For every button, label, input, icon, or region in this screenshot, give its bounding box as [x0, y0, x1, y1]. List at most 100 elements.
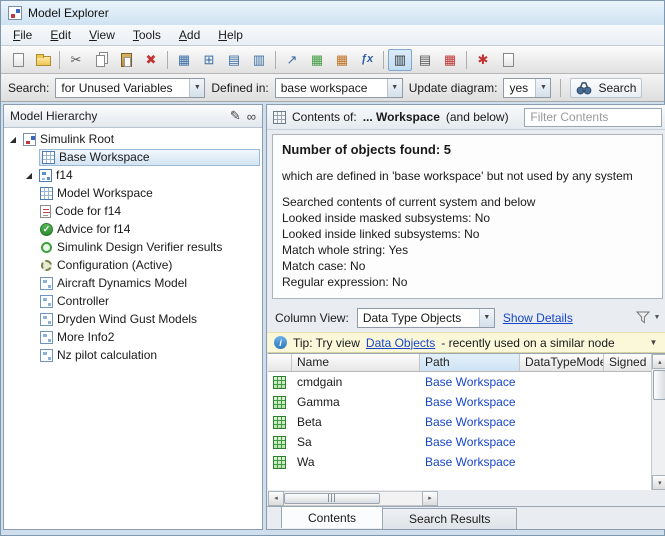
- dialog-view-button[interactable]: ▤: [413, 49, 437, 71]
- column-view-dropdown[interactable]: Data Type Objects ▼: [356, 307, 495, 328]
- tree-item-model-workspace[interactable]: Model Workspace: [4, 184, 262, 202]
- search-type-dropdown[interactable]: for Unused Variables ▼: [55, 77, 206, 98]
- copy-button[interactable]: [89, 49, 113, 71]
- glasses-icon[interactable]: ∞: [247, 109, 256, 124]
- table-row[interactable]: Gamma Base Workspace: [268, 392, 651, 412]
- menu-tools[interactable]: Tools: [124, 25, 170, 45]
- path-link[interactable]: Base Workspace: [425, 375, 516, 389]
- table-row[interactable]: cmdgain Base Workspace: [268, 372, 651, 392]
- tree-item-controller[interactable]: Controller: [4, 292, 262, 310]
- add-parameter-button[interactable]: ⊞: [197, 49, 221, 71]
- search-summary-box: Number of objects found: 5 which are def…: [272, 134, 664, 299]
- open-model-button[interactable]: [31, 49, 55, 71]
- tree-item-nz-pilot-calculation[interactable]: Nz pilot calculation: [4, 346, 262, 364]
- add-signal-icon: ▤: [227, 52, 241, 67]
- summary-line: Match case: No: [282, 259, 366, 273]
- scroll-right-button[interactable]: ▸: [422, 490, 438, 506]
- update-diagram-value: yes: [509, 80, 529, 95]
- search-button-label: Search: [598, 80, 637, 95]
- cell-name: cmdgain: [297, 375, 343, 389]
- menu-view[interactable]: View: [80, 25, 124, 45]
- path-column-header[interactable]: Path: [420, 354, 520, 371]
- launch-editor-button[interactable]: ↗: [280, 49, 304, 71]
- cut-button[interactable]: ✂: [64, 49, 88, 71]
- tree-item-advice-for-f14[interactable]: ✓ Advice for f14: [4, 220, 262, 238]
- tree-item-more-info2[interactable]: More Info2: [4, 328, 262, 346]
- options-button[interactable]: ✱: [471, 49, 495, 71]
- signed-column-header[interactable]: Signed: [604, 354, 651, 371]
- path-link[interactable]: Base Workspace: [425, 435, 516, 449]
- tree-item-f14[interactable]: ◢ f14: [4, 166, 262, 184]
- table-row[interactable]: Sa Base Workspace: [268, 432, 651, 452]
- scroll-up-button[interactable]: ▴: [652, 354, 665, 369]
- tree-item-code-for-f14[interactable]: Code for f14: [4, 202, 262, 220]
- add-chart-button[interactable]: ▦: [305, 49, 329, 71]
- search-type-value: for Unused Variables: [61, 80, 173, 95]
- open-folder-icon: [35, 54, 51, 66]
- filter-options-button[interactable]: ▼: [636, 311, 660, 324]
- new-model-button[interactable]: [6, 49, 30, 71]
- filter-contents-input[interactable]: [524, 107, 663, 127]
- delete-button[interactable]: ✖: [139, 49, 163, 71]
- show-details-link[interactable]: Show Details: [503, 311, 573, 325]
- icon-column-header[interactable]: [268, 354, 292, 371]
- expander-icon[interactable]: ◢: [26, 171, 32, 180]
- add-state-button[interactable]: ▥: [247, 49, 271, 71]
- compare-views-button[interactable]: ▦: [438, 49, 462, 71]
- expander-icon[interactable]: ◢: [10, 135, 16, 144]
- help-doc-button[interactable]: [496, 49, 520, 71]
- titlebar[interactable]: Model Explorer: [1, 1, 664, 25]
- path-link[interactable]: Base Workspace: [425, 415, 516, 429]
- tree-item-dryden-wind-gust-models[interactable]: Dryden Wind Gust Models: [4, 310, 262, 328]
- tip-dropdown-arrow[interactable]: ▼: [645, 336, 661, 349]
- tree-item-aircraft-dynamics-model[interactable]: Aircraft Dynamics Model: [4, 274, 262, 292]
- chevron-down-icon[interactable]: ▼: [535, 78, 551, 97]
- menu-add[interactable]: Add: [170, 25, 209, 45]
- chevron-down-icon[interactable]: ▼: [189, 78, 205, 97]
- paste-button[interactable]: [114, 49, 138, 71]
- scroll-left-button[interactable]: ◂: [268, 490, 284, 506]
- datatypemode-column-header[interactable]: DataTypeMode: [520, 354, 604, 371]
- tree-label: f14: [56, 168, 73, 182]
- table-row[interactable]: Wa Base Workspace: [268, 452, 651, 472]
- contents-target: ... Workspace: [362, 110, 440, 124]
- path-link[interactable]: Base Workspace: [425, 395, 516, 409]
- add-function-button[interactable]: ƒx: [355, 49, 379, 71]
- chevron-down-icon[interactable]: ▼: [478, 308, 494, 327]
- horizontal-scrollbar[interactable]: ◂ ▸: [268, 490, 438, 506]
- tree-label: Code for f14: [55, 204, 122, 218]
- menu-help[interactable]: Help: [209, 25, 252, 45]
- table-row[interactable]: Beta Base Workspace: [268, 412, 651, 432]
- window-title: Model Explorer: [28, 6, 109, 20]
- column-view-toggle-button[interactable]: ▥: [388, 48, 412, 71]
- path-link[interactable]: Base Workspace: [425, 455, 516, 469]
- chevron-down-icon: ▼: [653, 314, 661, 321]
- workspace-icon: [40, 186, 53, 200]
- update-diagram-label: Update diagram:: [408, 80, 498, 95]
- horizontal-scroll-track[interactable]: [284, 490, 422, 506]
- tip-data-objects-link[interactable]: Data Objects: [366, 336, 435, 350]
- tab-contents[interactable]: Contents: [281, 506, 384, 528]
- subsystem-icon: [40, 294, 53, 308]
- horizontal-scroll-thumb[interactable]: [284, 492, 380, 504]
- vertical-scroll-thumb[interactable]: [653, 370, 665, 400]
- tree-item-configuration-active[interactable]: Configuration (Active): [4, 256, 262, 274]
- search-button[interactable]: Search: [570, 77, 643, 98]
- scroll-down-button[interactable]: ▾: [652, 475, 665, 490]
- tab-search-results[interactable]: Search Results: [382, 508, 518, 529]
- add-block-button[interactable]: ▦: [172, 49, 196, 71]
- chevron-down-icon[interactable]: ▼: [386, 78, 402, 97]
- menu-edit[interactable]: Edit: [41, 25, 80, 45]
- pencil-icon[interactable]: ✎: [230, 108, 241, 124]
- update-diagram-dropdown[interactable]: yes ▼: [503, 77, 552, 98]
- tree-item-simulink-root[interactable]: ◢ Simulink Root: [4, 130, 262, 148]
- defined-in-dropdown[interactable]: base workspace ▼: [274, 77, 403, 98]
- name-column-header[interactable]: Name: [292, 354, 420, 371]
- add-signal-button[interactable]: ▤: [222, 49, 246, 71]
- menu-file[interactable]: File: [4, 25, 41, 45]
- advice-check-icon: ✓: [40, 222, 53, 236]
- add-data-button[interactable]: ▦: [330, 49, 354, 71]
- tree-item-base-workspace[interactable]: Base Workspace: [4, 148, 262, 166]
- tree-item-design-verifier-results[interactable]: Simulink Design Verifier results: [4, 238, 262, 256]
- vertical-scrollbar[interactable]: ▴ ▾: [651, 354, 665, 490]
